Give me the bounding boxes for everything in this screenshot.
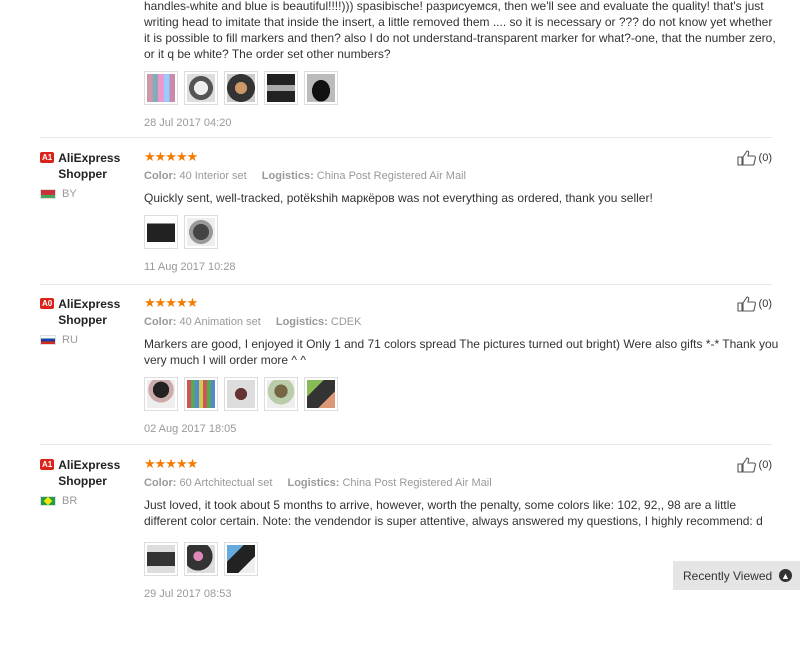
reviewer-country: BR: [40, 495, 140, 507]
like-count: (0): [758, 459, 772, 471]
like-count: (0): [758, 298, 772, 310]
review-photo[interactable]: [184, 542, 218, 576]
review-top: handles-white and blue is beautiful!!!!)…: [144, 0, 780, 129]
review-attributes: Color: 40 Animation set Logistics: CDEK: [144, 316, 780, 328]
level-badge: A1: [40, 459, 55, 470]
thumbs-up-icon: [736, 150, 756, 166]
reviewer-name: AliExpress Shopper: [58, 151, 121, 181]
color-value: 40 Interior set: [179, 170, 247, 182]
logistics-value: China Post Registered Air Mail: [316, 170, 466, 182]
review-photo[interactable]: [264, 377, 298, 411]
review-photo[interactable]: [144, 377, 178, 411]
star-rating: ★★★★★: [144, 456, 198, 471]
like-count: (0): [758, 152, 772, 164]
color-value: 40 Animation set: [179, 316, 261, 328]
like-button[interactable]: (0): [736, 150, 772, 166]
review-photo[interactable]: [304, 377, 338, 411]
review-date: 02 Aug 2017 18:05: [144, 423, 237, 435]
review-item: A1 AliExpress Shopper BR ★★★★★ Color: 60…: [40, 456, 780, 600]
color-label: Color:: [144, 170, 177, 182]
divider: [40, 284, 772, 285]
flag-icon: [40, 189, 56, 199]
review-attributes: Color: 60 Artchitectual set Logistics: C…: [144, 477, 780, 489]
review-photo[interactable]: [184, 71, 218, 105]
logistics-value: CDEK: [330, 316, 362, 328]
review-text: Quickly sent, well-tracked, potëkshih ма…: [144, 191, 653, 205]
review-photos: [144, 377, 780, 411]
review-text: Markers are good, I enjoyed it Only 1 an…: [144, 337, 779, 367]
review-attributes: Color: 40 Interior set Logistics: China …: [144, 170, 780, 182]
color-value: 60 Artchitectual set: [179, 477, 273, 489]
like-button[interactable]: (0): [736, 296, 772, 312]
logistics-value: China Post Registered Air Mail: [342, 477, 492, 489]
color-label: Color:: [144, 316, 177, 328]
thumbs-up-icon: [736, 296, 756, 312]
review-text: handles-white and blue is beautiful!!!!)…: [144, 0, 776, 61]
reviewer-name: AliExpress Shopper: [58, 297, 121, 327]
country-code: BR: [62, 495, 78, 507]
review-photo[interactable]: [304, 71, 338, 105]
level-badge: A1: [40, 152, 55, 163]
reviewer: A0 AliExpress Shopper RU: [40, 296, 140, 346]
review-photos: [144, 215, 780, 249]
reviewer: A1 AliExpress Shopper BY: [40, 150, 140, 200]
recently-viewed-label: Recently Viewed: [683, 568, 773, 583]
review-photo[interactable]: [224, 377, 258, 411]
review-photos: [144, 71, 780, 105]
color-label: Color:: [144, 477, 177, 489]
star-rating: ★★★★★: [144, 149, 198, 164]
review-photo[interactable]: [224, 71, 258, 105]
review-photo[interactable]: [144, 71, 178, 105]
reviewer-country: BY: [40, 188, 140, 200]
logistics-label: Logistics:: [275, 316, 328, 328]
review-item: A1 AliExpress Shopper BY ★★★★★ Color: 40…: [40, 150, 780, 275]
star-rating: ★★★★★: [144, 295, 198, 310]
country-code: BY: [62, 188, 77, 200]
like-button[interactable]: (0): [736, 457, 772, 473]
logistics-label: Logistics:: [261, 170, 314, 182]
review-photo[interactable]: [144, 542, 178, 576]
thumbs-up-icon: [736, 457, 756, 473]
level-badge: A0: [40, 298, 55, 309]
review-photo[interactable]: [184, 377, 218, 411]
review-photo[interactable]: [184, 215, 218, 249]
reviewer-name: AliExpress Shopper: [58, 458, 121, 488]
divider: [40, 444, 772, 445]
review-date: 28 Jul 2017 04:20: [144, 117, 232, 129]
reviewer: A1 AliExpress Shopper BR: [40, 457, 140, 507]
review-item: A0 AliExpress Shopper RU ★★★★★ Color: 40…: [40, 296, 780, 436]
review-photo[interactable]: [224, 542, 258, 576]
flag-icon: [40, 496, 56, 506]
divider: [40, 137, 772, 138]
logistics-label: Logistics:: [287, 477, 340, 489]
country-code: RU: [62, 334, 78, 346]
flag-icon: [40, 335, 56, 345]
review-photo[interactable]: [144, 215, 178, 249]
reviewer-country: RU: [40, 334, 140, 346]
review-photo[interactable]: [264, 71, 298, 105]
recently-viewed-button[interactable]: Recently Viewed ▲: [673, 561, 800, 590]
chevron-up-icon: ▲: [779, 569, 792, 582]
review-text: Just loved, it took about 5 months to ar…: [144, 498, 763, 528]
review-date: 11 Aug 2017 10:28: [144, 261, 236, 273]
